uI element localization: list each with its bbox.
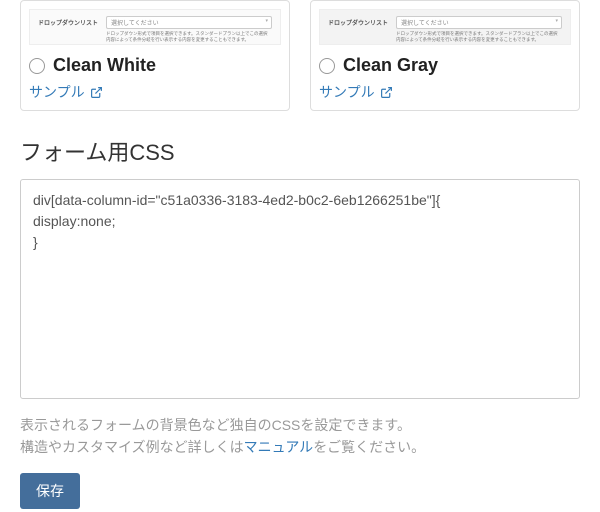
theme-card-clean-white[interactable]: ドロップダウンリスト 選択してください ドロップダウン形式で項目を選択できます。… [20,0,290,111]
theme-preview: ドロップダウンリスト 選択してください ドロップダウン形式で項目を選択できます。… [319,9,571,45]
preview-desc: ドロップダウン形式で項目を選択できます。スタンダードプラン以上でこの選択内容によ… [396,31,562,44]
sample-link-clean-gray[interactable]: サンプル [319,82,571,102]
help-text: 表示されるフォームの背景色など独自のCSSを設定できます。 構造やカスタマイズ例… [20,414,580,459]
theme-options-row: ドロップダウンリスト 選択してください ドロップダウン形式で項目を選択できます。… [20,0,580,111]
preview-dropdown-label: ドロップダウンリスト [328,18,388,27]
preview-dropdown-label: ドロップダウンリスト [38,18,98,27]
preview-select: 選択してください [106,16,272,29]
save-button[interactable]: 保存 [20,473,80,509]
external-link-icon [380,86,393,99]
sample-link-clean-white[interactable]: サンプル [29,82,281,102]
help-line-1: 表示されるフォームの背景色など独自のCSSを設定できます。 [20,414,580,436]
sample-link-label: サンプル [319,82,375,102]
theme-title: Clean Gray [343,55,438,76]
form-css-textarea[interactable] [20,179,580,399]
theme-card-clean-gray[interactable]: ドロップダウンリスト 選択してください ドロップダウン形式で項目を選択できます。… [310,0,580,111]
sample-link-label: サンプル [29,82,85,102]
preview-select: 選択してください [396,16,562,29]
theme-radio-clean-white[interactable] [29,58,45,74]
help-line-2: 構造やカスタマイズ例など詳しくはマニュアルをご覧ください。 [20,436,580,458]
theme-radio-clean-gray[interactable] [319,58,335,74]
form-css-heading: フォーム用CSS [20,135,580,167]
theme-preview: ドロップダウンリスト 選択してください ドロップダウン形式で項目を選択できます。… [29,9,281,45]
preview-desc: ドロップダウン形式で項目を選択できます。スタンダードプラン以上でこの選択内容によ… [106,31,272,44]
external-link-icon [90,86,103,99]
theme-title: Clean White [53,55,156,76]
manual-link[interactable]: マニュアル [244,439,314,455]
